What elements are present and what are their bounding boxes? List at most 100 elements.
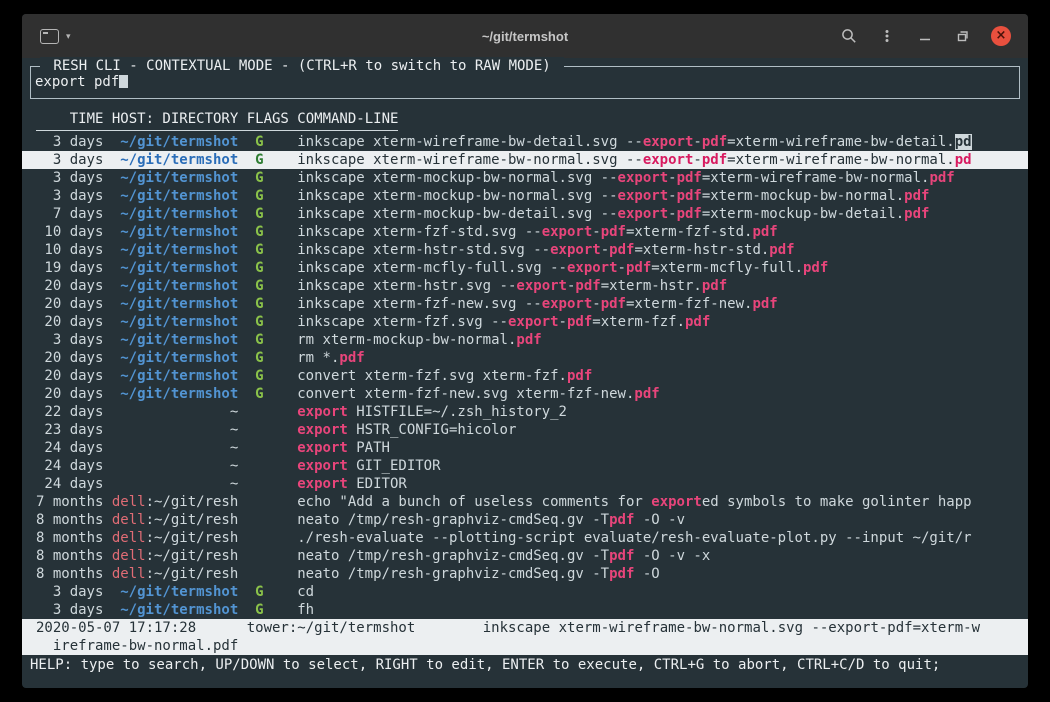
history-row[interactable]: 7 days~/git/termshotGinkscape xterm-mock… bbox=[22, 205, 1028, 223]
history-row[interactable]: 20 days~/git/termshotGrm *.pdf bbox=[22, 349, 1028, 367]
command-segment: inkscape xterm-mockup-bw-normal.svg -- bbox=[297, 188, 617, 204]
command-segment: export bbox=[618, 206, 669, 222]
command-segment: inkscape xterm-fzf-new.svg -- bbox=[297, 296, 541, 312]
close-button[interactable]: × bbox=[986, 21, 1016, 51]
flags-cell: G bbox=[247, 331, 298, 349]
prompt-mark bbox=[43, 32, 48, 34]
command-segment: pdf bbox=[634, 386, 659, 402]
time-cell: 22 days bbox=[36, 403, 103, 421]
host-cell: dell:~/git/resh bbox=[112, 511, 238, 529]
command-segment: export bbox=[542, 296, 593, 312]
command-segment: -O -v -x bbox=[634, 548, 710, 564]
search-icon bbox=[841, 28, 857, 44]
time-cell: 3 days bbox=[36, 151, 103, 169]
search-box[interactable]: RESH CLI - CONTEXTUAL MODE - (CTRL+R to … bbox=[30, 66, 1020, 99]
search-input[interactable]: export pdf bbox=[35, 74, 119, 90]
chevron-down-icon: ▾ bbox=[66, 32, 71, 41]
command-segment: inkscape xterm-mockup-bw-normal.svg -- bbox=[297, 170, 617, 186]
history-row[interactable]: 20 days~/git/termshotGinkscape xterm-fzf… bbox=[22, 295, 1028, 313]
search-button[interactable] bbox=[834, 21, 864, 51]
time-cell: 20 days bbox=[36, 349, 103, 367]
command-segment: export bbox=[618, 170, 669, 186]
history-row[interactable]: 8 monthsdell:~/git/resh./resh-evaluate -… bbox=[22, 529, 1028, 547]
history-row[interactable]: 3 days~/git/termshotGinkscape xterm-wire… bbox=[22, 133, 1028, 151]
minimize-button[interactable] bbox=[910, 21, 940, 51]
history-row[interactable]: 22 days~export HISTFILE=~/.zsh_history_2 bbox=[22, 403, 1028, 421]
history-row-selected[interactable]: 3 days~/git/termshotGinkscape xterm-wire… bbox=[22, 151, 1028, 169]
history-row[interactable]: 23 days~export HSTR_CONFIG=hicolor bbox=[22, 421, 1028, 439]
restore-button[interactable] bbox=[948, 21, 978, 51]
history-row[interactable]: 24 days~export EDITOR bbox=[22, 475, 1028, 493]
new-tab-button[interactable]: ▾ bbox=[34, 25, 77, 48]
history-row[interactable]: 3 days~/git/termshotGfh bbox=[22, 601, 1028, 619]
host-cell: ~ bbox=[112, 421, 238, 439]
host-segment: ~/git/termshot bbox=[120, 206, 238, 222]
history-row[interactable]: 3 days~/git/termshotGinkscape xterm-mock… bbox=[22, 169, 1028, 187]
command-cell: export HISTFILE=~/.zsh_history_2 bbox=[297, 403, 1028, 421]
restore-icon bbox=[955, 28, 971, 44]
host-cell: ~/git/termshot bbox=[112, 295, 238, 313]
host-segment: ~/git/termshot bbox=[120, 296, 238, 312]
command-segment: inkscape xterm-mockup-bw-detail.svg -- bbox=[297, 206, 617, 222]
command-cell: inkscape xterm-mcfly-full.svg --export-p… bbox=[297, 259, 1028, 277]
command-segment: =xterm-mcfly-full. bbox=[651, 260, 803, 276]
command-segment: pd bbox=[955, 152, 972, 168]
command-segment: =xterm-mockup-bw-detail. bbox=[702, 206, 904, 222]
command-segment: - bbox=[693, 134, 701, 150]
command-segment: HISTFILE=~/.zsh_history_2 bbox=[348, 404, 567, 420]
history-row[interactable]: 3 days~/git/termshotGrm xterm-mockup-bw-… bbox=[22, 331, 1028, 349]
history-row[interactable]: 3 days~/git/termshotGcd bbox=[22, 583, 1028, 601]
history-row[interactable]: 24 days~export GIT_EDITOR bbox=[22, 457, 1028, 475]
status-line-1: 2020-05-07 17:17:28 tower:~/git/termshot… bbox=[22, 619, 1028, 637]
time-cell: 20 days bbox=[36, 313, 103, 331]
history-row[interactable]: 10 days~/git/termshotGinkscape xterm-fzf… bbox=[22, 223, 1028, 241]
command-segment: pd bbox=[955, 134, 972, 150]
time-cell: 10 days bbox=[36, 223, 103, 241]
history-row[interactable]: 24 days~export PATH bbox=[22, 439, 1028, 457]
host-segment: ~/git/termshot bbox=[120, 386, 238, 402]
time-cell: 20 days bbox=[36, 385, 103, 403]
host-cell: ~/git/termshot bbox=[112, 601, 238, 619]
command-segment: rm xterm-mockup-bw-normal. bbox=[297, 332, 516, 348]
flags-cell: G bbox=[247, 583, 298, 601]
host-segment: ~/git/termshot bbox=[120, 170, 238, 186]
command-segment: export bbox=[651, 494, 702, 510]
command-cell: neato /tmp/resh-graphviz-cmdSeq.gv -Tpdf… bbox=[297, 565, 1028, 583]
host-cell: ~/git/termshot bbox=[112, 313, 238, 331]
command-segment: pdf bbox=[702, 152, 727, 168]
command-segment: pdf bbox=[685, 314, 710, 330]
history-row[interactable]: 20 days~/git/termshotGinkscape xterm-hst… bbox=[22, 277, 1028, 295]
command-cell: export GIT_EDITOR bbox=[297, 457, 1028, 475]
history-row[interactable]: 3 days~/git/termshotGinkscape xterm-mock… bbox=[22, 187, 1028, 205]
flags-cell bbox=[247, 439, 298, 457]
history-row[interactable]: 20 days~/git/termshotGconvert xterm-fzf-… bbox=[22, 385, 1028, 403]
kebab-menu-icon bbox=[879, 28, 895, 44]
command-segment: pdf bbox=[575, 278, 600, 294]
command-segment: export bbox=[516, 278, 567, 294]
history-row[interactable]: 7 monthsdell:~/git/reshecho "Add a bunch… bbox=[22, 493, 1028, 511]
history-row[interactable]: 8 monthsdell:~/git/reshneato /tmp/resh-g… bbox=[22, 565, 1028, 583]
history-row[interactable]: 20 days~/git/termshotGconvert xterm-fzf.… bbox=[22, 367, 1028, 385]
host-segment: ~/git/termshot bbox=[120, 134, 238, 150]
command-cell: inkscape xterm-hstr-std.svg --export-pdf… bbox=[297, 241, 1028, 259]
history-row[interactable]: 19 days~/git/termshotGinkscape xterm-mcf… bbox=[22, 259, 1028, 277]
command-segment: inkscape xterm-fzf.svg -- bbox=[297, 314, 508, 330]
history-row[interactable]: 8 monthsdell:~/git/reshneato /tmp/resh-g… bbox=[22, 547, 1028, 565]
command-segment: pdf bbox=[601, 224, 626, 240]
history-row[interactable]: 8 monthsdell:~/git/reshneato /tmp/resh-g… bbox=[22, 511, 1028, 529]
host-segment: ~/git/termshot bbox=[120, 584, 238, 600]
history-row[interactable]: 20 days~/git/termshotGinkscape xterm-fzf… bbox=[22, 313, 1028, 331]
time-cell: 24 days bbox=[36, 439, 103, 457]
host-segment: ~/git/termshot bbox=[120, 350, 238, 366]
command-segment: pdf bbox=[609, 566, 634, 582]
menu-button[interactable] bbox=[872, 21, 902, 51]
history-row[interactable]: 10 days~/git/termshotGinkscape xterm-hst… bbox=[22, 241, 1028, 259]
command-segment: pdf bbox=[339, 350, 364, 366]
host-segment: ~/git/termshot bbox=[120, 368, 238, 384]
command-cell: inkscape xterm-hstr.svg --export-pdf=xte… bbox=[297, 277, 1028, 295]
command-segment: =xterm-wireframe-bw-normal. bbox=[727, 152, 955, 168]
command-cell: inkscape xterm-fzf.svg --export-pdf=xter… bbox=[297, 313, 1028, 331]
flags-cell bbox=[247, 421, 298, 439]
host-segment: ~/git/termshot bbox=[120, 224, 238, 240]
command-segment: pdf bbox=[752, 296, 777, 312]
